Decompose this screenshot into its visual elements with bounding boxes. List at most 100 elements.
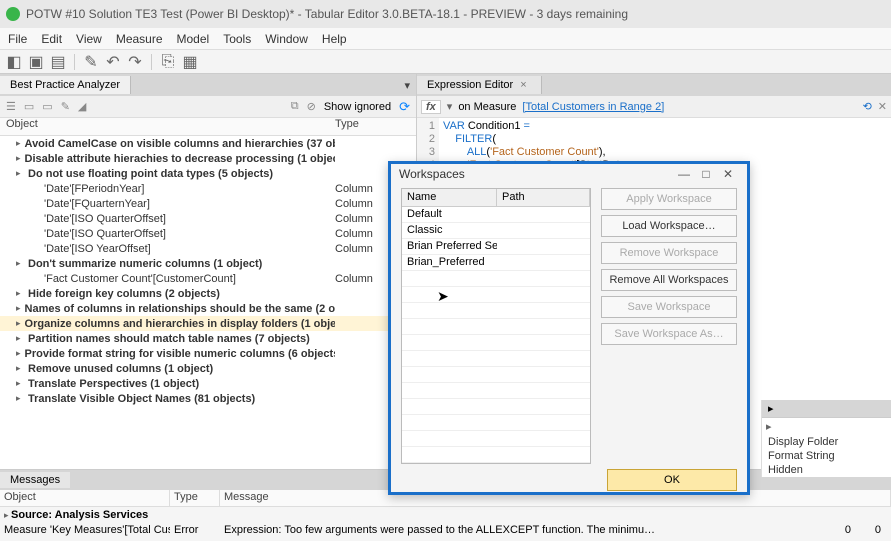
- message-row[interactable]: Measure 'Key Measures'[Total Custo…Error…: [0, 522, 891, 537]
- workspace-row[interactable]: Classic: [402, 223, 590, 239]
- load-workspace-button[interactable]: Load Workspace…: [601, 215, 737, 237]
- workspace-row-empty[interactable]: [402, 319, 590, 335]
- menu-edit[interactable]: Edit: [41, 32, 62, 46]
- caret-icon[interactable]: ▸: [16, 138, 21, 149]
- workspace-row[interactable]: Brian_Preferred: [402, 255, 590, 271]
- close-button[interactable]: ✕: [717, 167, 739, 181]
- bpa-rule-row[interactable]: ▸Remove unused columns (1 object): [0, 361, 416, 376]
- caret-icon[interactable]: ▸: [16, 333, 24, 344]
- property-row[interactable]: Format String: [762, 449, 891, 463]
- tab-best-practice-analyzer[interactable]: Best Practice Analyzer: [0, 76, 131, 94]
- remove-workspace-button[interactable]: Remove Workspace: [601, 242, 737, 264]
- caret-icon[interactable]: ▸: [16, 363, 24, 374]
- workspace-row-empty[interactable]: [402, 447, 590, 463]
- bpa-object-row[interactable]: 'Date'[ISO QuarterOffset]Column: [0, 226, 416, 241]
- remove-all-workspaces-button[interactable]: Remove All Workspaces: [601, 269, 737, 291]
- workspace-row[interactable]: Brian Preferred Sear…: [402, 239, 590, 255]
- caret-icon[interactable]: ▸: [16, 258, 24, 269]
- workspace-row-empty[interactable]: [402, 431, 590, 447]
- apply-workspace-button[interactable]: Apply Workspace: [601, 188, 737, 210]
- column-header-type[interactable]: Type: [335, 118, 416, 135]
- caret-icon[interactable]: ▸: [16, 288, 24, 299]
- nav-back-icon[interactable]: ⟲: [863, 100, 872, 113]
- properties-tab[interactable]: ▸: [762, 400, 891, 418]
- menu-measure[interactable]: Measure: [116, 32, 163, 46]
- workspaces-grid[interactable]: Name Path DefaultClassicBrian Preferred …: [401, 188, 591, 464]
- hide-icon[interactable]: ⊘: [307, 100, 316, 113]
- caret-icon[interactable]: ▸: [16, 348, 21, 359]
- bpa-object-row[interactable]: 'Date'[ISO YearOffset]Column: [0, 241, 416, 256]
- tool-icon[interactable]: ✎: [61, 100, 70, 113]
- save-workspace-as-button[interactable]: Save Workspace As…: [601, 323, 737, 345]
- menu-window[interactable]: Window: [265, 32, 308, 46]
- context-dropdown-icon[interactable]: ▾: [447, 100, 453, 113]
- toolbar-connect-icon[interactable]: ◧: [6, 54, 22, 70]
- filter-icon[interactable]: ☰: [6, 100, 16, 113]
- caret-icon[interactable]: ▸: [16, 393, 24, 404]
- copy-icon[interactable]: ⧉: [291, 100, 299, 113]
- expression-measure-link[interactable]: [Total Customers in Range 2]: [522, 101, 664, 113]
- refresh-icon[interactable]: ⟳: [399, 99, 410, 115]
- toolbar-open-icon[interactable]: ▣: [28, 54, 44, 70]
- bpa-rule-row[interactable]: ▸Disable attribute hierachies to decreas…: [0, 151, 416, 166]
- bpa-rule-row[interactable]: ▸Do not use floating point data types (5…: [0, 166, 416, 181]
- menu-tools[interactable]: Tools: [223, 32, 251, 46]
- bpa-object-row[interactable]: 'Fact Customer Count'[CustomerCount]Colu…: [0, 271, 416, 286]
- workspace-row-empty[interactable]: [402, 367, 590, 383]
- workspace-row-empty[interactable]: [402, 351, 590, 367]
- workspace-row-empty[interactable]: [402, 271, 590, 287]
- tool-icon[interactable]: ▭: [42, 100, 52, 113]
- caret-icon[interactable]: ▸: [16, 153, 21, 164]
- toolbar-save-icon[interactable]: ▤: [50, 54, 66, 70]
- caret-icon[interactable]: ▸: [16, 318, 21, 329]
- tool-icon[interactable]: ▭: [24, 100, 34, 113]
- menu-help[interactable]: Help: [322, 32, 347, 46]
- workspace-row-empty[interactable]: [402, 383, 590, 399]
- bpa-results-list[interactable]: ▸Avoid CamelCase on visible columns and …: [0, 136, 416, 469]
- close-icon[interactable]: ×: [516, 79, 530, 91]
- menu-file[interactable]: File: [8, 32, 27, 46]
- bpa-rule-row[interactable]: ▸Don't summarize numeric columns (1 obje…: [0, 256, 416, 271]
- minimize-button[interactable]: —: [673, 167, 695, 181]
- maximize-button[interactable]: □: [695, 167, 717, 181]
- tab-messages[interactable]: Messages: [0, 472, 70, 488]
- panel-dropdown-icon[interactable]: ▾: [398, 79, 416, 92]
- bpa-rule-row[interactable]: ▸Hide foreign key columns (2 objects): [0, 286, 416, 301]
- column-header-object[interactable]: Object: [0, 118, 335, 135]
- workspace-row-empty[interactable]: [402, 335, 590, 351]
- messages-header-object[interactable]: Object: [0, 490, 170, 506]
- grid-header-path[interactable]: Path: [497, 189, 590, 206]
- show-ignored-label[interactable]: Show ignored: [324, 101, 391, 113]
- toolbar-deploy-icon[interactable]: ▦: [182, 54, 198, 70]
- bpa-rule-row[interactable]: ▸Avoid CamelCase on visible columns and …: [0, 136, 416, 151]
- clear-icon[interactable]: ✕: [878, 100, 887, 113]
- menu-model[interactable]: Model: [177, 32, 210, 46]
- bpa-rule-row[interactable]: ▸Organize columns and hierarchies in dis…: [0, 316, 416, 331]
- toolbar-undo-icon[interactable]: ↶: [105, 54, 121, 70]
- bpa-object-row[interactable]: 'Date'[FPeriodnYear]Column: [0, 181, 416, 196]
- workspace-row-empty[interactable]: [402, 399, 590, 415]
- tab-expression-editor[interactable]: Expression Editor ×: [417, 76, 542, 94]
- messages-list[interactable]: ▸ Source: Analysis ServicesMeasure 'Key …: [0, 507, 891, 541]
- caret-icon[interactable]: ▸: [16, 168, 24, 179]
- property-row[interactable]: Hidden: [762, 463, 891, 477]
- menu-view[interactable]: View: [76, 32, 102, 46]
- properties-expander[interactable]: ▸: [762, 418, 891, 435]
- bpa-object-row[interactable]: 'Date'[FQuarternYear]Column: [0, 196, 416, 211]
- message-row[interactable]: ▸ Source: Analysis Services: [0, 507, 891, 522]
- workspace-row-empty[interactable]: [402, 303, 590, 319]
- bpa-rule-row[interactable]: ▸Partition names should match table name…: [0, 331, 416, 346]
- tool-icon[interactable]: ◢: [78, 100, 86, 113]
- toolbar-new-icon[interactable]: ✎: [83, 54, 99, 70]
- ok-button[interactable]: OK: [607, 469, 737, 491]
- bpa-rule-row[interactable]: ▸Provide format string for visible numer…: [0, 346, 416, 361]
- caret-icon[interactable]: ▸: [16, 303, 21, 314]
- toolbar-redo-icon[interactable]: ↷: [127, 54, 143, 70]
- messages-header-type[interactable]: Type: [170, 490, 220, 506]
- caret-icon[interactable]: ▸: [16, 378, 24, 389]
- bpa-rule-row[interactable]: ▸Translate Visible Object Names (81 obje…: [0, 391, 416, 406]
- property-row[interactable]: Display Folder: [762, 435, 891, 449]
- workspace-row[interactable]: Default: [402, 207, 590, 223]
- workspace-row-empty[interactable]: [402, 287, 590, 303]
- bpa-object-row[interactable]: 'Date'[ISO QuarterOffset]Column: [0, 211, 416, 226]
